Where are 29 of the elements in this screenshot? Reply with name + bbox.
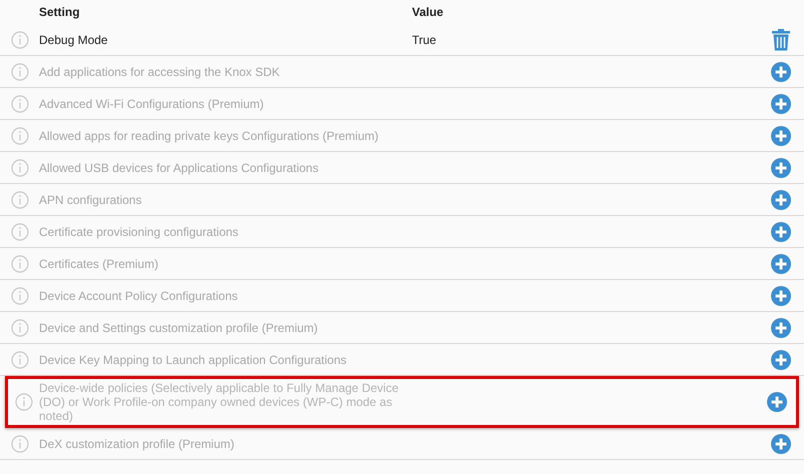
setting-name: Device-wide policies (Selectively applicable to Fully Manage Device (DO) or Work Profile-on company owned devices (WP-C) mode as noted)	[39, 380, 400, 425]
setting-name: Advanced Wi-Fi Configurations (Premium)	[39, 96, 265, 112]
add-icon[interactable]	[771, 126, 791, 146]
add-icon[interactable]	[771, 318, 791, 338]
add-icon[interactable]	[771, 286, 791, 306]
setting-name: Allowed USB devices for Applications Configurations	[39, 160, 320, 176]
setting-name: Debug Mode	[39, 32, 109, 48]
setting-name: Device Key Mapping to Launch application Configurations	[39, 352, 348, 368]
trash-icon[interactable]	[772, 28, 790, 50]
add-icon[interactable]	[771, 222, 791, 242]
add-icon[interactable]	[771, 62, 791, 82]
add-icon[interactable]	[771, 158, 791, 178]
add-icon[interactable]	[771, 94, 791, 114]
setting-name: Certificates (Premium)	[39, 256, 160, 272]
add-icon[interactable]	[771, 254, 791, 274]
setting-name: DeX customization profile (Premium)	[39, 436, 236, 452]
add-icon[interactable]	[771, 350, 791, 370]
setting-name: APN configurations	[39, 192, 143, 208]
add-icon[interactable]	[771, 434, 791, 454]
setting-name: Add applications for accessing the Knox SDK	[39, 64, 281, 80]
setting-name: Allowed apps for reading private keys Configurations (Premium)	[39, 128, 380, 144]
setting-name: Certificate provisioning configurations	[39, 224, 240, 240]
column-header: Value	[412, 5, 444, 19]
add-icon[interactable]	[766, 392, 786, 412]
column-header: Setting	[39, 5, 81, 19]
setting-name: Device and Settings customization profile (Premium)	[39, 320, 319, 336]
setting-value: True	[412, 32, 436, 46]
setting-name: Device Account Policy Configurations	[39, 288, 239, 304]
add-icon[interactable]	[771, 190, 791, 210]
